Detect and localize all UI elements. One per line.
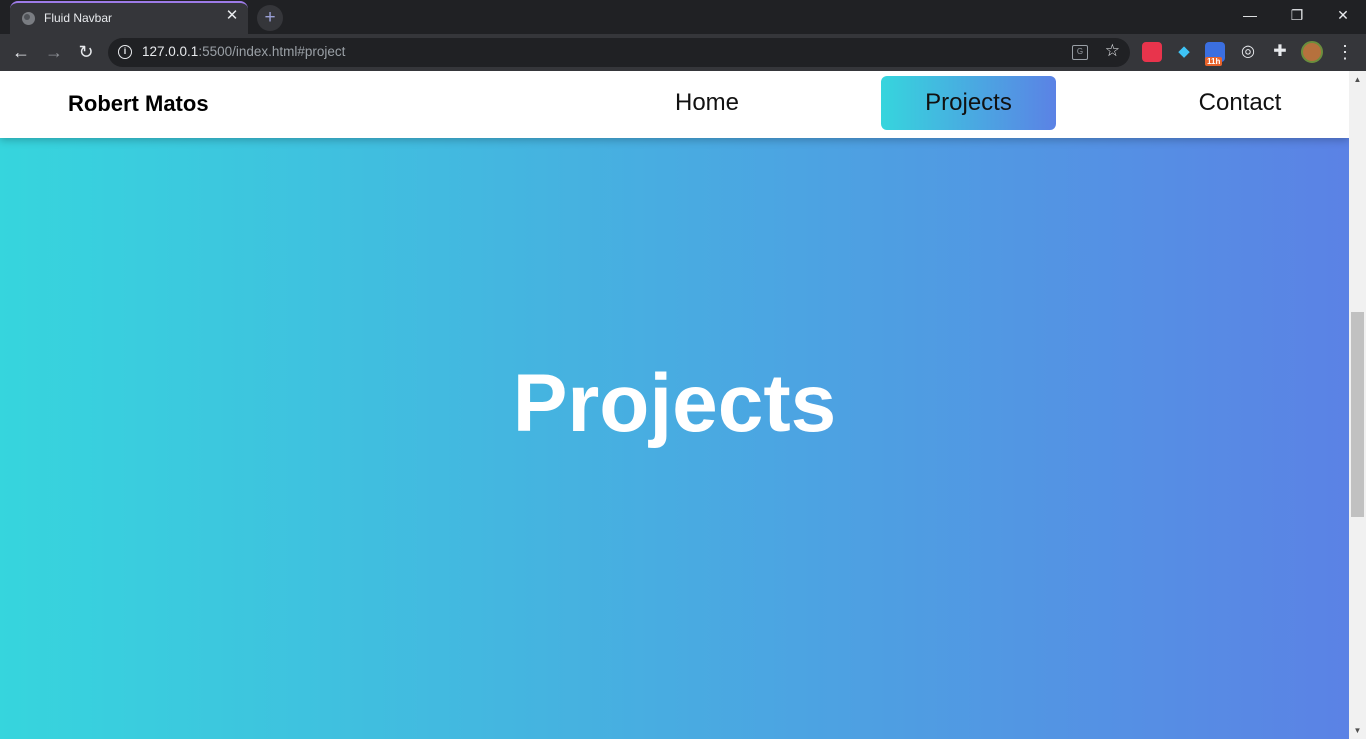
scroll-up-arrow-icon[interactable]: ▲ — [1349, 71, 1366, 88]
back-icon[interactable]: ← — [9, 40, 33, 64]
minimize-icon[interactable]: — — [1235, 4, 1265, 26]
nav-link-contact[interactable]: Contact — [1170, 76, 1310, 130]
extension-bulb-icon[interactable]: ◎ — [1238, 42, 1258, 62]
brand-logo[interactable]: Robert Matos — [68, 91, 209, 117]
address-bar[interactable]: i 127.0.0.1:5500/index.html#project G ☆ — [108, 38, 1130, 67]
extension-red-icon[interactable] — [1142, 42, 1162, 62]
translate-icon[interactable]: G — [1072, 45, 1088, 60]
profile-avatar[interactable] — [1301, 41, 1323, 63]
tab-title: Fluid Navbar — [44, 11, 113, 25]
menu-kebab-icon[interactable]: ⋮ — [1336, 40, 1354, 64]
new-tab-button[interactable]: + — [257, 5, 283, 31]
scrollbar-thumb[interactable] — [1351, 312, 1364, 517]
forward-icon[interactable]: → — [42, 40, 66, 64]
window-close-icon[interactable]: ✕ — [1328, 4, 1358, 26]
puzzle-icon[interactable]: ✚ — [1270, 42, 1290, 62]
section-title: Projects — [512, 358, 837, 449]
site-navbar: Robert Matos Home Projects Contact — [0, 71, 1349, 138]
browser-titlebar: Fluid Navbar ✕ + — ❐ ✕ — [0, 0, 1366, 34]
extension-badge: 11h — [1205, 57, 1223, 66]
page-viewport: Projects Robert Matos Home Projects Cont… — [0, 71, 1366, 739]
scroll-down-arrow-icon[interactable]: ▼ — [1349, 722, 1366, 739]
browser-toolbar: ← → ↻ i 127.0.0.1:5500/index.html#projec… — [0, 34, 1366, 71]
bookmark-star-icon[interactable]: ☆ — [1105, 41, 1120, 61]
page-scrollbar[interactable]: ▲ ▼ — [1349, 71, 1366, 739]
nav-link-home[interactable]: Home — [640, 76, 774, 130]
extension-gem-icon[interactable]: ◆ — [1174, 42, 1194, 62]
site-info-icon[interactable]: i — [118, 45, 132, 59]
nav-link-projects[interactable]: Projects — [881, 76, 1056, 130]
url-text[interactable]: 127.0.0.1:5500/index.html#project — [142, 44, 345, 59]
tab-close-icon[interactable]: ✕ — [224, 8, 240, 24]
browser-tab[interactable]: Fluid Navbar ✕ — [10, 1, 248, 34]
projects-section: Projects — [0, 71, 1349, 739]
globe-icon — [22, 12, 35, 25]
restore-icon[interactable]: ❐ — [1282, 4, 1312, 26]
reload-icon[interactable]: ↻ — [74, 40, 98, 64]
extension-calendar-icon[interactable]: 11h — [1205, 42, 1225, 66]
